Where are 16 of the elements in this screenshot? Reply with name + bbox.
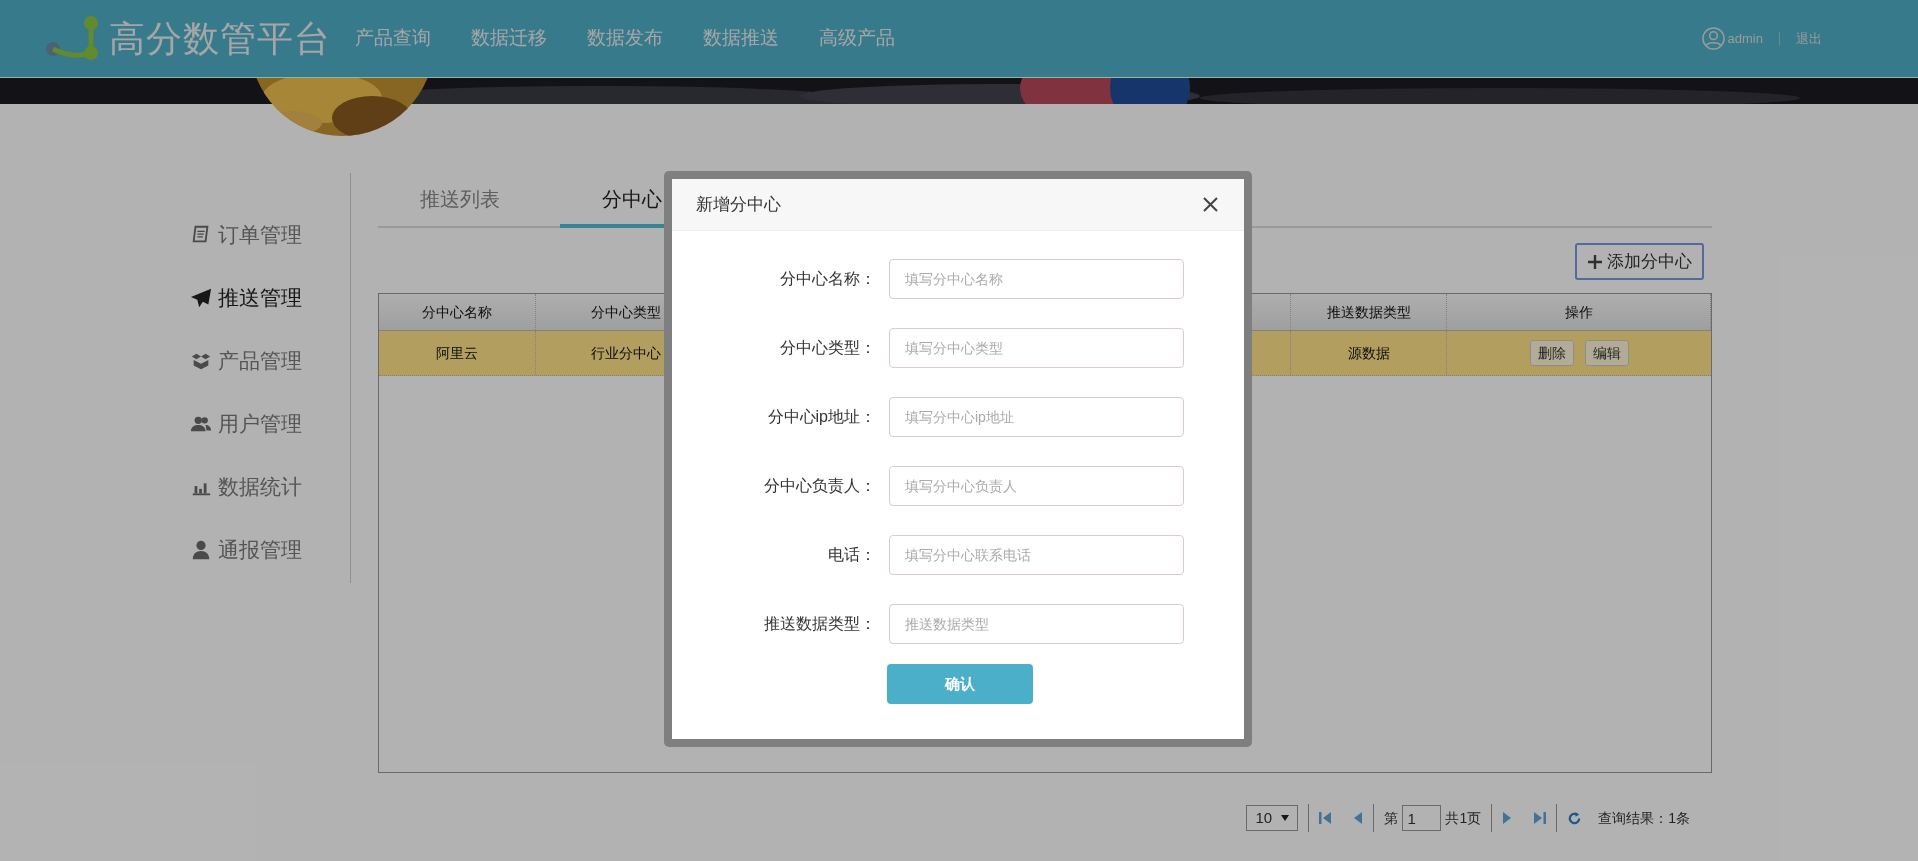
field-label: 分中心类型： (779, 338, 876, 358)
table-cell: 源数据 (1291, 331, 1447, 375)
column-header: 分中心名称 (379, 294, 536, 330)
column-header: 操作 (1447, 294, 1711, 330)
username: admin (1727, 29, 1763, 48)
table-cell: 阿里云 (379, 331, 536, 375)
field-label: 推送数据类型： (763, 614, 876, 634)
page-label: 第 (1384, 808, 1399, 828)
column-header: 推送数据类型 (1291, 294, 1447, 330)
field-label: 分中心名称： (779, 269, 876, 289)
logo-text: 高分数管平台 (109, 16, 331, 61)
result-count: 查询结果：1条 (1598, 808, 1690, 828)
field-label: 分中心负责人： (763, 476, 876, 496)
field-label: 电话： (827, 545, 876, 565)
total-pages: 共1页 (1445, 808, 1482, 828)
field-label: 分中心ip地址： (766, 407, 876, 427)
